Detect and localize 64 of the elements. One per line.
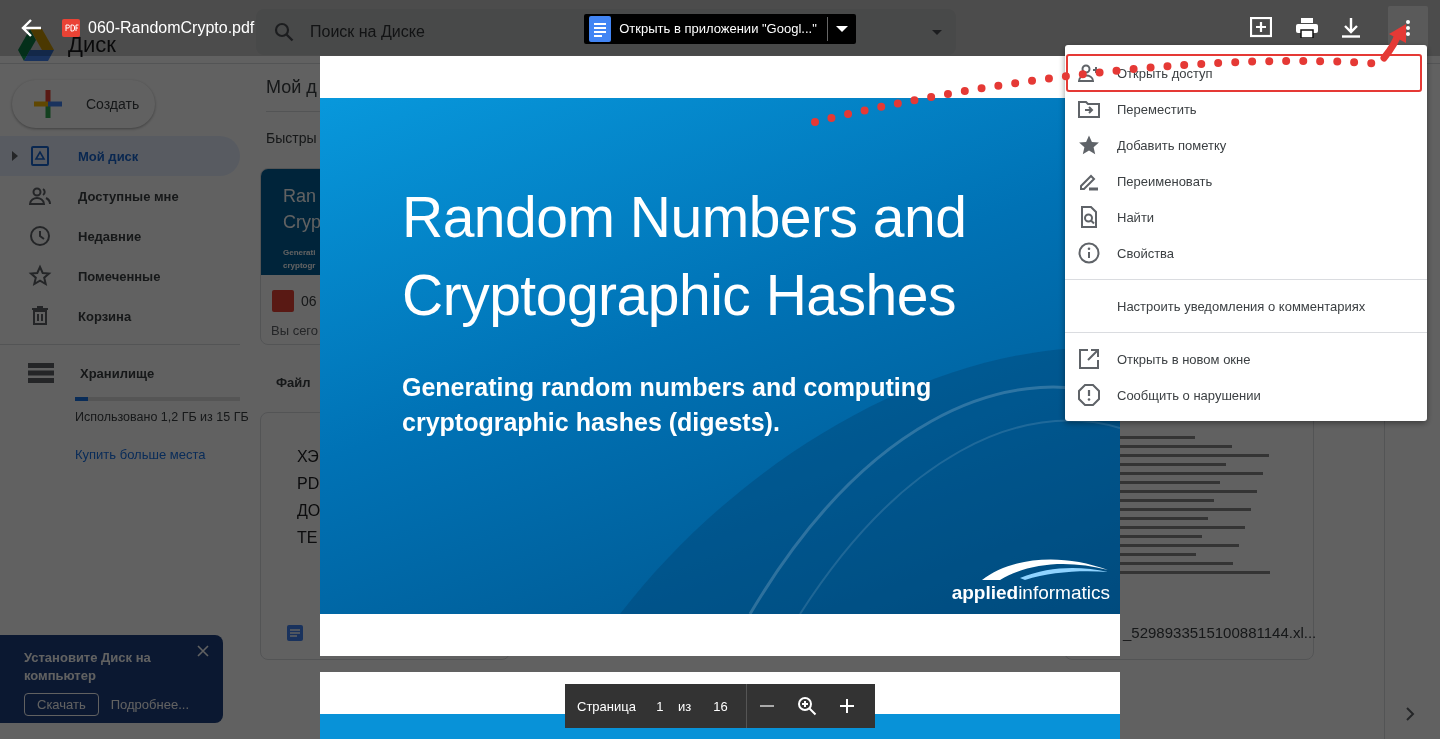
- drive-logo-icon: [18, 28, 54, 61]
- preview-text: ХЭ: [297, 447, 319, 467]
- preview-text: ТЕ: [297, 528, 318, 548]
- page-label: из: [677, 698, 692, 714]
- page-label: Страница: [577, 698, 636, 714]
- back-arrow-icon: [20, 18, 42, 38]
- open-with-button[interactable]: Открыть в приложении "Googl...": [584, 13, 856, 44]
- print-button[interactable]: [1296, 18, 1318, 38]
- menu-item[interactable]: Переименовать: [1065, 163, 1427, 199]
- storage-icon: [28, 361, 54, 385]
- document-icon: [589, 15, 612, 42]
- slide-subtitle: Generating random numbers and computing cryptographic hashes (digests).: [402, 372, 933, 438]
- plus-icon: [839, 699, 854, 713]
- clock-icon: [28, 224, 52, 248]
- page-count: 16: [713, 698, 728, 714]
- add-comment-button[interactable]: [1250, 17, 1272, 39]
- file-name: 06: [301, 293, 317, 309]
- back-button[interactable]: [20, 18, 42, 38]
- banner-title: Установите Диск на компьютер: [24, 649, 152, 685]
- logo-text: applied: [951, 582, 1019, 604]
- file-note: Вы сего: [270, 322, 320, 338]
- menu-item[interactable]: Найти: [1065, 199, 1427, 235]
- drive-icon: [28, 144, 52, 168]
- print-icon: [1296, 18, 1318, 38]
- star-icon: [28, 264, 52, 288]
- thumbnail-text: Ran: [283, 185, 317, 208]
- menu-item[interactable]: Свойства: [1065, 235, 1427, 271]
- chevron-right-icon: [1405, 706, 1415, 722]
- thumbnail-text: cryptogr: [283, 260, 316, 271]
- external-link-icon: [1077, 347, 1101, 371]
- pdf-icon: [271, 289, 295, 313]
- preview-text: ДО: [297, 501, 321, 521]
- download-icon: [1342, 18, 1360, 38]
- close-icon: [197, 645, 209, 657]
- download-button[interactable]: [1342, 18, 1360, 38]
- storage-label: Хранилище: [80, 365, 155, 381]
- menu-item[interactable]: Настроить уведомления о комментариях: [1065, 288, 1427, 324]
- minus-icon: [759, 705, 774, 707]
- menu-item[interactable]: Переместить: [1065, 91, 1427, 127]
- more-vertical-icon: [1406, 20, 1410, 36]
- file-title: 060-RandomCrypto.pdf: [88, 19, 255, 37]
- thumbnail-text: Generati: [283, 247, 316, 258]
- add-comment-icon: [1250, 17, 1272, 39]
- document-icon: [285, 623, 305, 643]
- pdf-icon: [62, 19, 80, 37]
- section-title: Файл: [276, 375, 311, 390]
- page-number-field[interactable]: 1: [653, 698, 666, 714]
- page-heading: Мой д: [266, 77, 317, 98]
- zoom-in-icon: [796, 696, 817, 716]
- slide-title: Random Numbers and Cryptographic Hashes: [402, 184, 968, 329]
- expand-arrow-icon: [11, 151, 19, 161]
- dropdown-caret-icon: [835, 25, 848, 32]
- thumbnail-text: Cryp: [283, 211, 321, 234]
- menu-item[interactable]: Открыть в новом окне: [1065, 341, 1427, 377]
- storage-usage: Использовано 1,2 ГБ из 15 ГБ: [75, 409, 250, 425]
- info-icon: [1077, 241, 1101, 265]
- preview-text: PD: [297, 474, 320, 494]
- dropdown-caret-icon: [932, 29, 942, 35]
- section-title: Быстры: [266, 130, 317, 146]
- menu-item[interactable]: Сообщить о нарушении: [1065, 377, 1427, 413]
- menu-item[interactable]: Добавить пометку: [1065, 127, 1427, 163]
- warning-icon: [1077, 383, 1101, 407]
- file-name: _5298933515100881144.xl...: [1123, 624, 1317, 641]
- open-with-label: Открыть в приложении "Googl...": [619, 21, 817, 36]
